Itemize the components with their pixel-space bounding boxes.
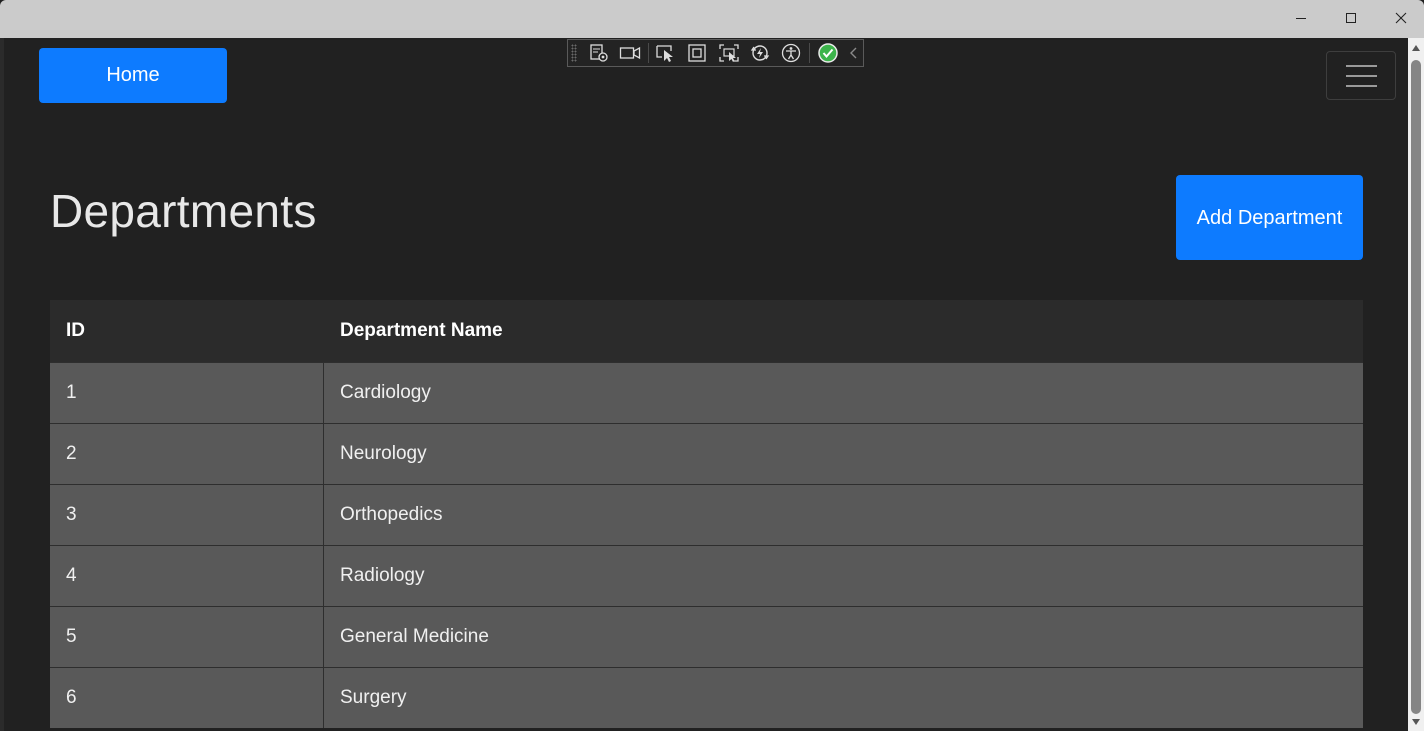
column-header-id: ID — [66, 320, 85, 341]
table-row[interactable]: 6 Surgery — [50, 667, 1363, 728]
table-row[interactable]: 1 Cardiology — [50, 362, 1363, 423]
app-viewport: Home Departments Add Department ID Depar… — [4, 38, 1408, 731]
screen-select-icon[interactable] — [715, 41, 742, 65]
add-department-button[interactable]: Add Department — [1176, 175, 1363, 260]
row-name-cell: Surgery — [340, 687, 407, 708]
video-record-icon[interactable] — [616, 41, 643, 65]
home-button-label: Home — [106, 64, 160, 86]
row-id-cell: 4 — [50, 546, 324, 606]
toolbar-divider — [809, 43, 811, 63]
page-title: Departments — [50, 185, 317, 237]
hot-reload-icon[interactable] — [746, 41, 773, 65]
row-name-cell: Orthopedics — [340, 504, 443, 525]
pointer-select-icon[interactable] — [652, 41, 679, 65]
hamburger-icon-bar — [1345, 64, 1377, 67]
table-row[interactable]: 5 General Medicine — [50, 606, 1363, 667]
hamburger-icon-bar — [1345, 84, 1377, 87]
row-id-cell: 6 — [50, 668, 324, 728]
toolbar-divider — [647, 43, 649, 63]
table-row[interactable]: 3 Orthopedics — [50, 484, 1363, 545]
column-header-department-name: Department Name — [340, 320, 503, 341]
table-row[interactable]: 2 Neurology — [50, 423, 1363, 484]
row-name-cell: General Medicine — [340, 626, 489, 647]
home-button[interactable]: Home — [39, 48, 227, 103]
minimize-icon — [1296, 18, 1306, 19]
row-id-cell: 5 — [50, 607, 324, 667]
close-icon — [1395, 12, 1407, 24]
maximize-button[interactable] — [1328, 0, 1374, 36]
vertical-scrollbar[interactable] — [1408, 38, 1424, 731]
check-status-icon[interactable] — [814, 41, 841, 65]
window-titlebar — [0, 0, 1424, 38]
row-name-cell: Neurology — [340, 443, 427, 464]
menu-toggle-button[interactable] — [1326, 51, 1396, 100]
dev-toolbar — [567, 39, 864, 67]
table-header-row: ID Department Name — [50, 300, 1363, 362]
close-button[interactable] — [1378, 0, 1424, 36]
select-element-icon[interactable] — [585, 41, 612, 65]
row-id-cell: 3 — [50, 485, 324, 545]
table-row[interactable]: 4 Radiology — [50, 545, 1363, 606]
minimize-button[interactable] — [1278, 0, 1324, 36]
scroll-down-arrow-icon[interactable] — [1408, 714, 1424, 730]
row-name-cell: Radiology — [340, 565, 425, 586]
add-department-button-label: Add Department — [1196, 206, 1343, 229]
scroll-up-arrow-icon[interactable] — [1408, 40, 1424, 56]
toolbar-grip-handle[interactable] — [571, 44, 577, 62]
scrollbar-thumb[interactable] — [1411, 60, 1421, 714]
hamburger-icon-bar — [1345, 74, 1377, 77]
accessibility-icon[interactable] — [778, 41, 805, 65]
row-name-cell: Cardiology — [340, 382, 431, 403]
maximize-icon — [1346, 13, 1356, 23]
row-id-cell: 2 — [50, 424, 324, 484]
row-id-cell: 1 — [50, 363, 324, 423]
frame-icon[interactable] — [684, 41, 711, 65]
collapse-chevron-icon[interactable] — [845, 41, 863, 65]
departments-table: ID Department Name 1 Cardiology 2 Neurol… — [50, 300, 1363, 728]
